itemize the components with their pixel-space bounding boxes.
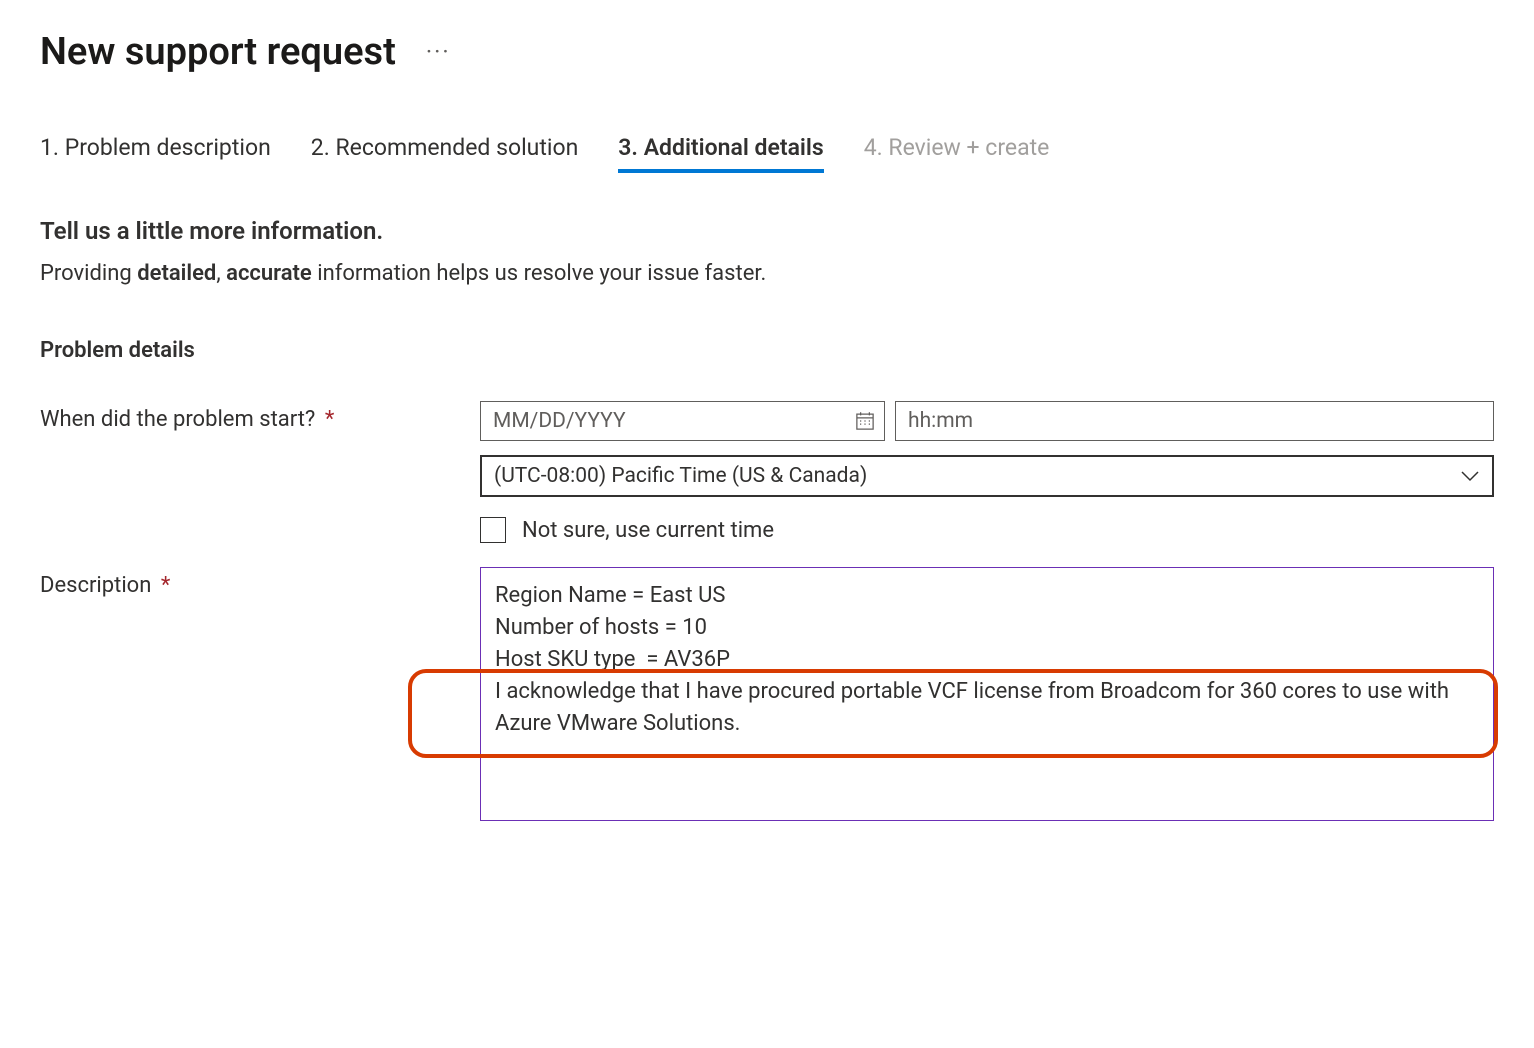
required-star-icon: *: [325, 407, 334, 432]
calendar-icon[interactable]: [855, 411, 875, 431]
description-textarea[interactable]: [480, 567, 1494, 821]
subtext-pre: Providing: [40, 261, 137, 286]
timezone-select-wrap: (UTC-08:00) Pacific Time (US & Canada): [480, 455, 1494, 497]
label-problem-start: When did the problem start? *: [40, 401, 440, 432]
page-header: New support request ···: [40, 30, 1494, 74]
tab-recommended-solution[interactable]: 2. Recommended solution: [311, 134, 579, 169]
required-star-icon: *: [161, 573, 170, 598]
label-description-text: Description: [40, 573, 151, 598]
checkbox-not-sure-label: Not sure, use current time: [522, 518, 774, 543]
row-description: Description *: [40, 567, 1494, 821]
timezone-select[interactable]: (UTC-08:00) Pacific Time (US & Canada): [480, 455, 1494, 497]
tab-additional-details[interactable]: 3. Additional details: [618, 134, 823, 169]
tab-review-create: 4. Review + create: [864, 134, 1050, 169]
subtext-bold2: accurate: [226, 261, 312, 286]
label-description: Description *: [40, 567, 440, 598]
section-subtext: Providing detailed, accurate information…: [40, 261, 1494, 286]
problem-details-heading: Problem details: [40, 338, 1494, 363]
checkbox-row: Not sure, use current time: [480, 517, 1494, 543]
checkbox-not-sure[interactable]: [480, 517, 506, 543]
tab-problem-description[interactable]: 1. Problem description: [40, 134, 271, 169]
date-time-row: [480, 401, 1494, 441]
more-icon[interactable]: ···: [426, 38, 451, 66]
label-problem-start-text: When did the problem start?: [40, 407, 315, 432]
subtext-post: information helps us resolve your issue …: [312, 261, 767, 286]
time-input[interactable]: [895, 401, 1494, 441]
date-input[interactable]: [480, 401, 885, 441]
subtext-bold1: detailed: [137, 261, 216, 286]
page-title: New support request: [40, 30, 396, 74]
section-heading: Tell us a little more information.: [40, 217, 1494, 245]
subtext-mid: ,: [216, 261, 226, 286]
wizard-tabs: 1. Problem description 2. Recommended so…: [40, 134, 1494, 169]
date-input-wrap: [480, 401, 885, 441]
row-problem-start: When did the problem start? * (UTC-08:00…: [40, 401, 1494, 543]
fields-problem-start: (UTC-08:00) Pacific Time (US & Canada) N…: [480, 401, 1494, 543]
